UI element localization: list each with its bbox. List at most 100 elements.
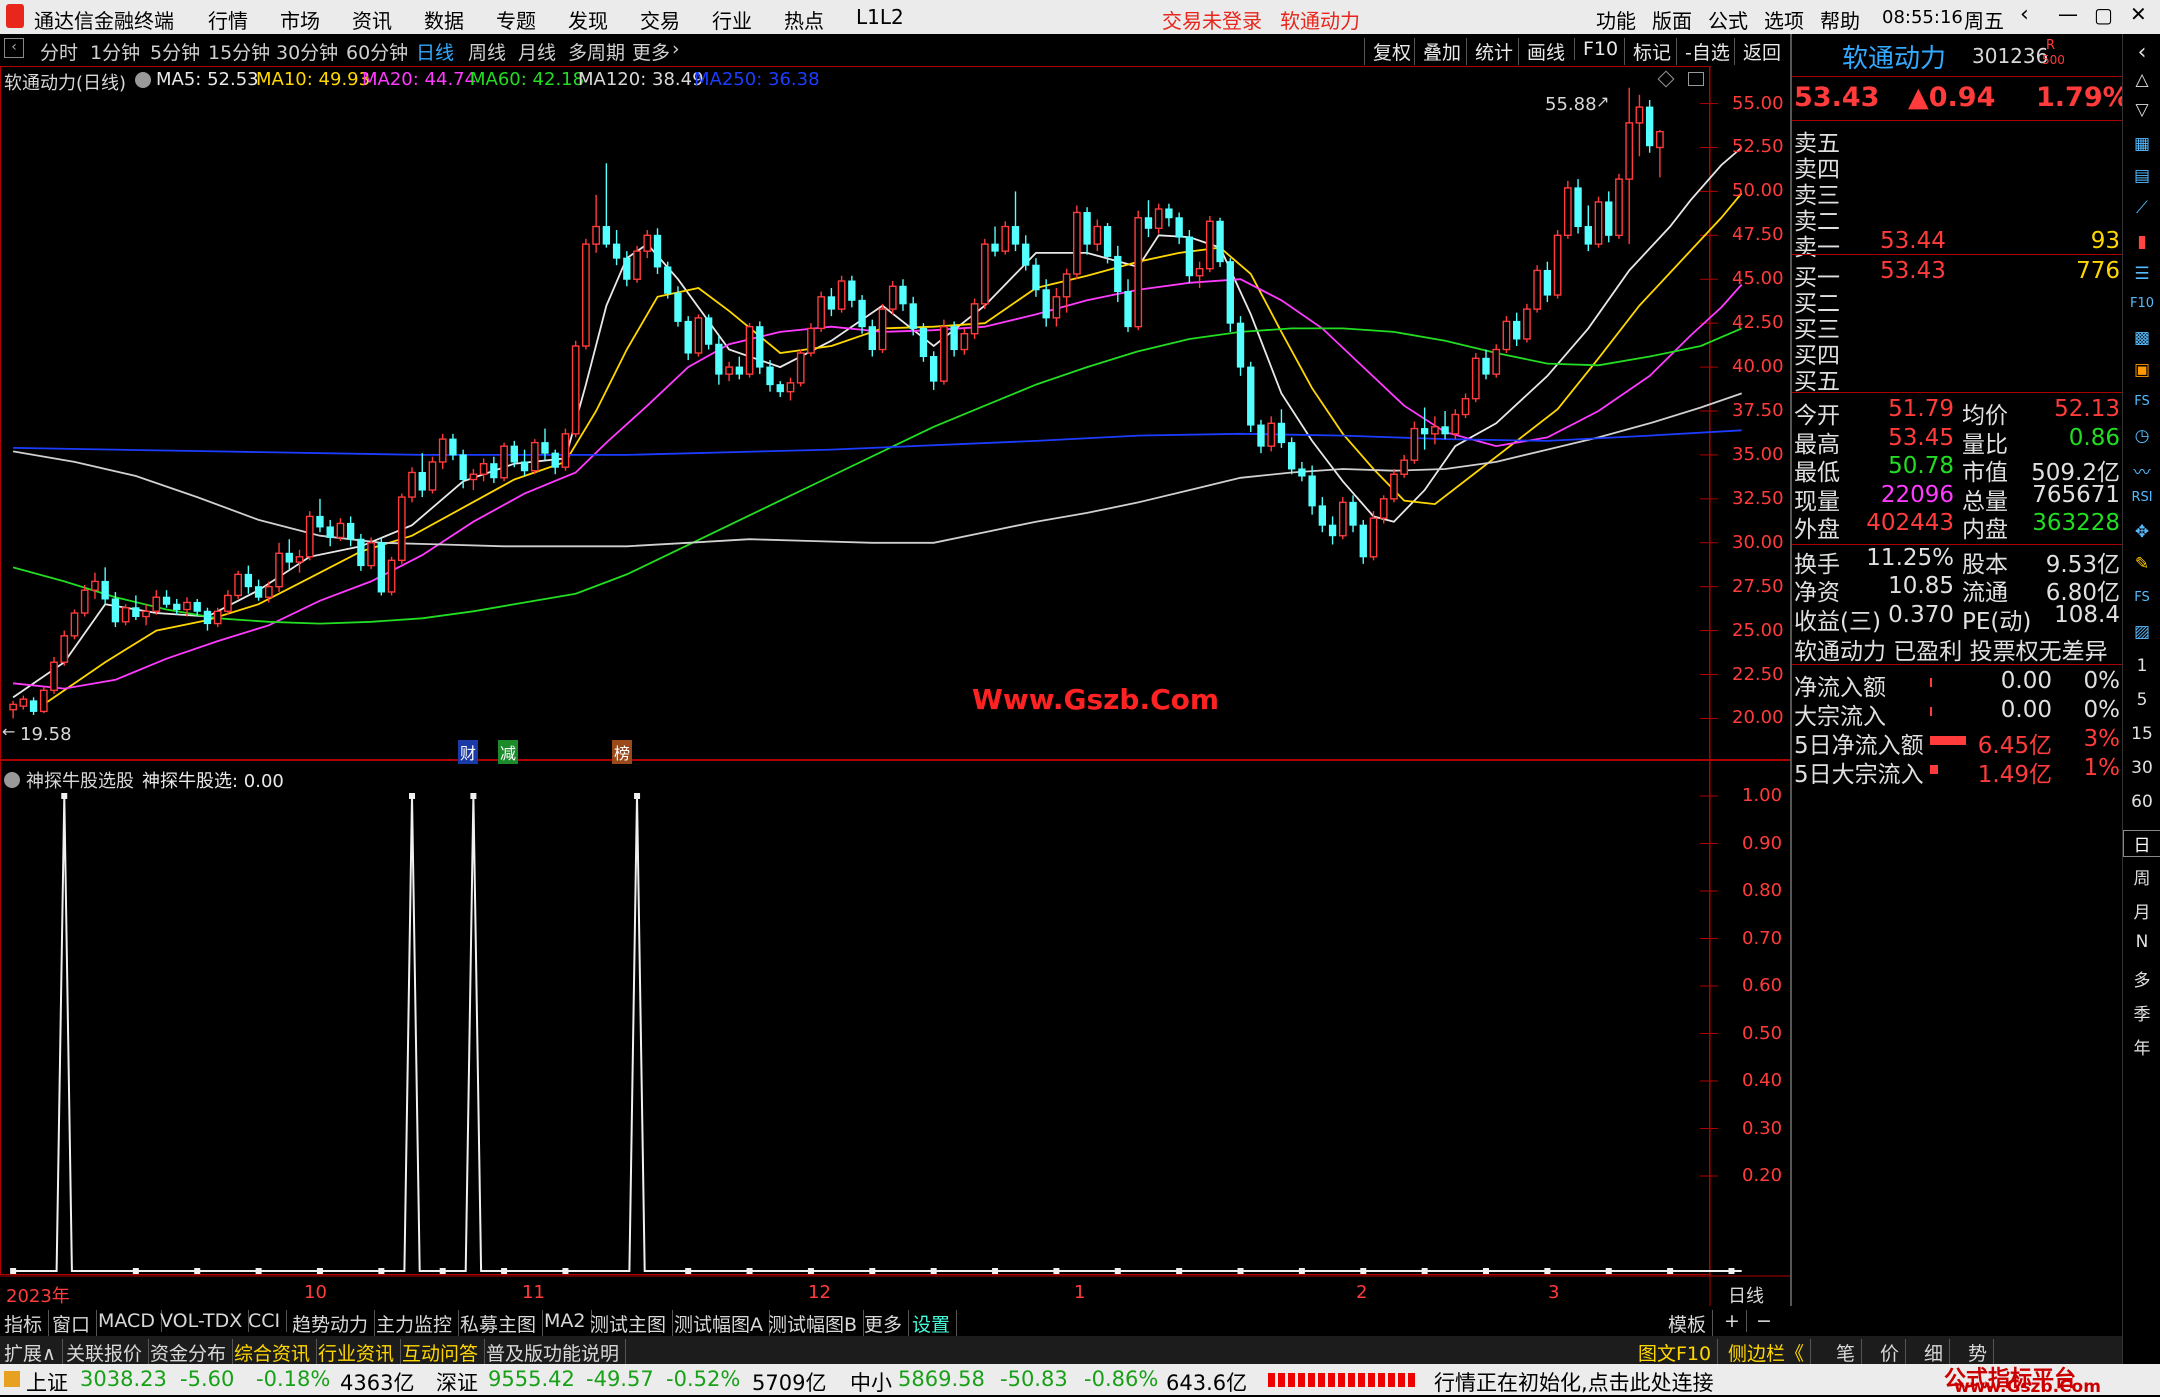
candle[interactable] (1584, 205, 1592, 252)
candle[interactable] (387, 556, 396, 596)
menu-xuanxiang[interactable]: 选项 (1764, 5, 1804, 34)
chart-btn-biaoji[interactable]: 标记 (1624, 38, 1671, 65)
tb-fs2-icon[interactable]: FS (2123, 590, 2160, 605)
tab-jia[interactable]: 价 (1880, 1339, 1907, 1366)
tb-f10-icon[interactable]: F10 (2123, 296, 2160, 311)
candle[interactable] (1032, 258, 1040, 297)
candle[interactable] (254, 579, 263, 601)
ask-row[interactable]: 卖五 (1792, 124, 2122, 157)
candle[interactable] (1615, 173, 1623, 239)
candle[interactable] (316, 498, 324, 533)
menu-gongneng[interactable]: 功能 (1596, 5, 1636, 34)
tb-period-week[interactable]: 周 (2123, 864, 2160, 889)
tb-list-icon[interactable]: ☰ (2123, 264, 2160, 284)
tab-cci[interactable]: CCI (248, 1310, 288, 1332)
tab-chuangkou[interactable]: 窗口 (52, 1310, 98, 1337)
period-5min[interactable]: 5分钟 (150, 38, 200, 65)
candle[interactable] (1287, 437, 1296, 475)
bid-row[interactable]: 买二 (1792, 284, 2122, 317)
candle[interactable] (336, 518, 345, 541)
candle[interactable] (919, 323, 928, 362)
kline-chart-svg[interactable] (0, 66, 1790, 1306)
candle[interactable] (19, 695, 28, 710)
candle[interactable] (643, 230, 652, 259)
candle[interactable] (776, 381, 784, 397)
candle[interactable] (950, 321, 958, 357)
candle[interactable] (1001, 221, 1010, 255)
tb-grid-icon[interactable]: ▩ (2123, 328, 2160, 348)
candle[interactable] (1247, 361, 1255, 433)
candle[interactable] (1022, 235, 1030, 271)
candle[interactable] (725, 361, 733, 382)
candle[interactable] (1471, 353, 1480, 403)
candle[interactable] (285, 539, 293, 570)
marker-jian[interactable]: 减 (498, 740, 519, 764)
tb-kline-icon[interactable]: ▮ (2123, 232, 2160, 252)
ask-row[interactable]: 卖四 (1792, 150, 2122, 183)
tb-back-icon[interactable]: ‹ (2123, 40, 2160, 65)
candle[interactable] (571, 340, 580, 438)
chart-btn-huaxian[interactable]: 画线 (1518, 38, 1565, 65)
candle[interactable] (1165, 203, 1173, 227)
sidebar-toggle-icon[interactable]: ‹ (4, 38, 24, 58)
candle[interactable] (1625, 87, 1634, 245)
candle[interactable] (29, 697, 38, 715)
tb-news-icon[interactable]: ▣ (2123, 360, 2160, 380)
tab-kuozhan[interactable]: 扩展∧ (4, 1339, 63, 1366)
tab-qushi[interactable]: 趋势动力 (292, 1310, 376, 1337)
marker-cai[interactable]: 财 (458, 740, 479, 764)
candle[interactable] (745, 323, 754, 378)
candle[interactable] (756, 321, 764, 375)
candle[interactable] (1523, 303, 1531, 343)
candle[interactable] (1656, 129, 1664, 178)
candle[interactable] (633, 245, 641, 283)
candle[interactable] (91, 572, 99, 599)
candle[interactable] (796, 349, 805, 387)
candle[interactable] (1563, 180, 1572, 239)
tb-pen-icon[interactable]: ✎ (2123, 554, 2160, 574)
tb-pic-icon[interactable]: ▨ (2123, 622, 2160, 642)
candle[interactable] (1430, 416, 1439, 445)
bid-row[interactable]: 买五 (1792, 362, 2122, 395)
candle[interactable] (9, 700, 17, 719)
tab-simu[interactable]: 私募主图 (460, 1310, 544, 1337)
chart-btn-fuquan[interactable]: 复权 (1364, 38, 1411, 65)
tab-hangye[interactable]: 行业资讯 (318, 1339, 402, 1366)
candle[interactable] (162, 590, 171, 608)
tab-guanlian[interactable]: 关联报价 (66, 1339, 150, 1366)
candle[interactable] (101, 567, 109, 605)
tb-period-30[interactable]: 30 (2123, 758, 2160, 778)
candle[interactable] (500, 442, 508, 482)
menu-bangzhu[interactable]: 帮助 (1820, 5, 1860, 34)
candle[interactable] (868, 319, 876, 357)
candle[interactable] (837, 275, 846, 313)
candle[interactable] (1124, 279, 1132, 332)
period-1min[interactable]: 1分钟 (90, 38, 140, 65)
candle[interactable] (899, 279, 907, 311)
tb-period-day[interactable]: 日 (2123, 830, 2160, 857)
tab-macd[interactable]: MACD (98, 1310, 162, 1332)
candle[interactable] (449, 433, 457, 461)
candle[interactable] (1205, 216, 1214, 273)
stock-profile[interactable]: 软通动力 已盈利 投票权无差异 (1794, 632, 2108, 666)
candle[interactable] (929, 351, 938, 390)
tb-rsi-icon[interactable]: RSI (2123, 490, 2160, 505)
candle[interactable] (1236, 316, 1245, 376)
candle[interactable] (1134, 210, 1143, 331)
minimize-icon[interactable]: — (2058, 2, 2078, 26)
candle[interactable] (551, 449, 559, 475)
menu-faxian[interactable]: 发现 (568, 5, 608, 34)
ask-row[interactable]: 卖一 53.44 93 (1792, 228, 2122, 261)
candle[interactable] (1410, 421, 1419, 464)
candle[interactable] (295, 549, 304, 573)
period-more[interactable]: 更多 (632, 38, 670, 65)
tb-period-1[interactable]: 1 (2123, 656, 2160, 676)
candle[interactable] (60, 630, 69, 666)
candle[interactable] (479, 458, 488, 482)
maximize-icon[interactable]: ▢ (2094, 3, 2113, 27)
tab-tuwen-f10[interactable]: 图文F10 (1638, 1339, 1719, 1366)
candle[interactable] (224, 590, 232, 615)
tab-template[interactable]: 模板 (1668, 1310, 1714, 1337)
candle[interactable] (1635, 94, 1644, 157)
tab-zhibiao[interactable]: 指标 (4, 1310, 50, 1337)
